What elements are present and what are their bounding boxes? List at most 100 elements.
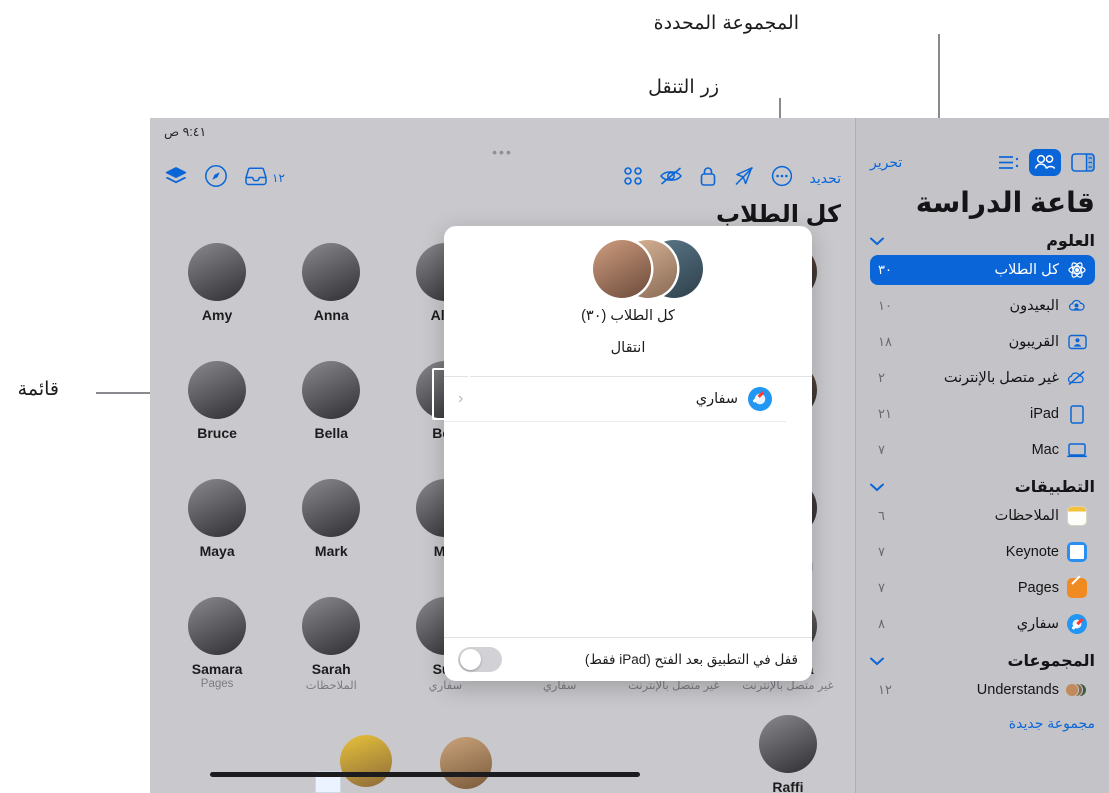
edit-button[interactable]: تحرير [870,154,902,171]
dialog-section-label: انتقال [610,340,646,356]
sidebar-item-nearby[interactable]: القريبون ١٨ [870,327,1095,357]
avatar-image [188,361,247,419]
avatar [188,243,247,301]
sidebar-item-understands[interactable]: Understands ١٢ [870,675,1095,705]
status-time: ٩:٤١ ص [164,124,207,139]
sidebar-item-offline[interactable]: غير متصل بالإنترنت ٢ [870,363,1095,393]
avatar [593,240,651,298]
dialog-app-list: سفاري ‹ [444,376,812,637]
sidebar-item-notes[interactable]: الملاحظات ٦ [870,501,1095,531]
avatar [302,243,361,301]
sidebar-item-pages[interactable]: Pages ٧ [870,573,1095,603]
sidebar-section-label: التطبيقات [1014,479,1095,496]
sidebar-item-all-students[interactable]: كل الطلاب ٣٠ [870,255,1095,285]
sidebar: تحرير قاعة الدراسة العلوم كل الطلاب ٣٠ ا… [855,118,1109,793]
avatar-image [188,243,247,301]
list-icon[interactable] [999,155,1019,170]
sidebar-section-label: المجموعات [1007,653,1095,670]
sidebar-item-keynote[interactable]: Keynote ٧ [870,537,1095,567]
dock-avatar[interactable] [440,737,492,789]
avatar [302,479,361,537]
sidebar-item-safari[interactable]: سفاري ٨ [870,609,1095,639]
notes-app-icon [1067,506,1087,526]
sidebar-item-mac[interactable]: Mac ٧ [870,435,1095,465]
home-indicator[interactable] [210,772,640,777]
sidebar-item-count: ٣٠ [878,262,892,277]
sidebar-item-count: ١٨ [878,334,892,349]
avatar [302,597,361,655]
dialog-app-row-safari[interactable]: سفاري ‹ [444,377,786,422]
student-name: Bruce [197,425,237,441]
student-app: Pages [200,678,234,690]
avatar-image [302,243,361,301]
dialog-footer: قفل في التطبيق بعد الفتح (iPad فقط) [444,637,812,681]
dialog-header: كل الطلاب (٣٠) انتقال [444,226,812,376]
eye-slash-icon[interactable] [659,166,683,191]
sidebar-toggle-icon[interactable] [1071,152,1095,172]
sidebar-item-count: ٧ [878,580,885,595]
person-cloud-icon [1067,296,1087,316]
people-icon[interactable] [1029,148,1061,176]
sidebar-item-label: غير متصل بالإنترنت [943,370,1059,386]
avatar-image [188,479,247,537]
ellipsis-circle-icon[interactable] [771,165,793,192]
chevron-down-icon[interactable] [870,234,884,249]
student-tile[interactable]: Bella [274,361,388,473]
sidebar-item-count: ٧ [878,442,885,457]
select-button[interactable]: تحديد [809,170,841,187]
student-tile[interactable]: Mark [274,479,388,591]
student-name: Sarah [311,661,351,677]
grid-icon[interactable] [623,166,643,191]
sidebar-item-count: ٨ [878,616,885,631]
screenshot-root: المجموعة المحددة زر التنقل قائمة التطبيق… [0,0,1109,793]
student-tile[interactable]: Samara Pages [160,597,274,709]
student-name: Samara [191,661,243,677]
student-tile[interactable]: Bruce [160,361,274,473]
pages-app-icon [1067,578,1087,598]
sidebar-item-label: سفاري [1016,616,1059,632]
sidebar-item-count: ٢ [878,370,885,385]
compass-icon[interactable] [204,164,228,193]
navigation-slash-icon[interactable] [733,165,755,192]
avatar [188,597,247,655]
sidebar-item-label: iPad [1029,406,1059,422]
sidebar-item-remote[interactable]: البعيدون ١٠ [870,291,1095,321]
dock-avatar[interactable] [340,735,392,787]
lock-icon[interactable] [699,165,717,192]
lock-after-open-toggle[interactable] [458,647,502,672]
cloud-slash-icon [1067,368,1087,388]
dock [150,735,855,793]
sidebar-item-ipad[interactable]: iPad ٢١ [870,399,1095,429]
sidebar-item-count: ٢١ [878,406,892,421]
chevron-left-icon[interactable]: ‹ [458,390,463,408]
main-toolbar: تحديد ١٢ [150,158,855,198]
sidebar-section-header[interactable]: المجموعات [870,651,1095,671]
layers-icon[interactable] [164,165,188,192]
student-tile[interactable]: Amy [160,243,274,355]
dialog-group-title: كل الطلاب (٣٠) [581,308,675,324]
sidebar-item-count: ١٢ [878,682,892,697]
chevron-down-icon[interactable] [870,480,884,495]
sidebar-item-count: ٦ [878,508,885,523]
sidebar-item-label: Mac [1031,442,1059,458]
sidebar-section-header[interactable]: التطبيقات [870,477,1095,497]
inbox-icon [244,166,268,191]
sidebar-toolbar: تحرير [870,140,1095,184]
student-tile[interactable]: Anna [274,243,388,355]
new-group-button[interactable]: مجموعة جديدة [870,715,1095,732]
student-name: Bella [314,425,348,441]
person-card-icon [1067,332,1087,352]
sidebar-section-header[interactable]: العلوم [870,231,1095,251]
atom-icon [1067,260,1087,280]
chevron-down-icon[interactable] [870,654,884,669]
inbox-button[interactable]: ١٢ [244,166,285,191]
student-tile[interactable]: Maya [160,479,274,591]
sidebar-section-label: العلوم [1046,233,1095,250]
avatar [188,479,247,537]
more-dots[interactable]: ••• [150,144,855,160]
sidebar-item-label: البعيدون [1009,298,1059,314]
sidebar-item-label: الملاحظات [994,508,1059,524]
mac-icon [1067,440,1087,460]
student-tile[interactable]: Sarah الملاحظات [274,597,388,709]
safari-app-icon [1067,614,1087,634]
